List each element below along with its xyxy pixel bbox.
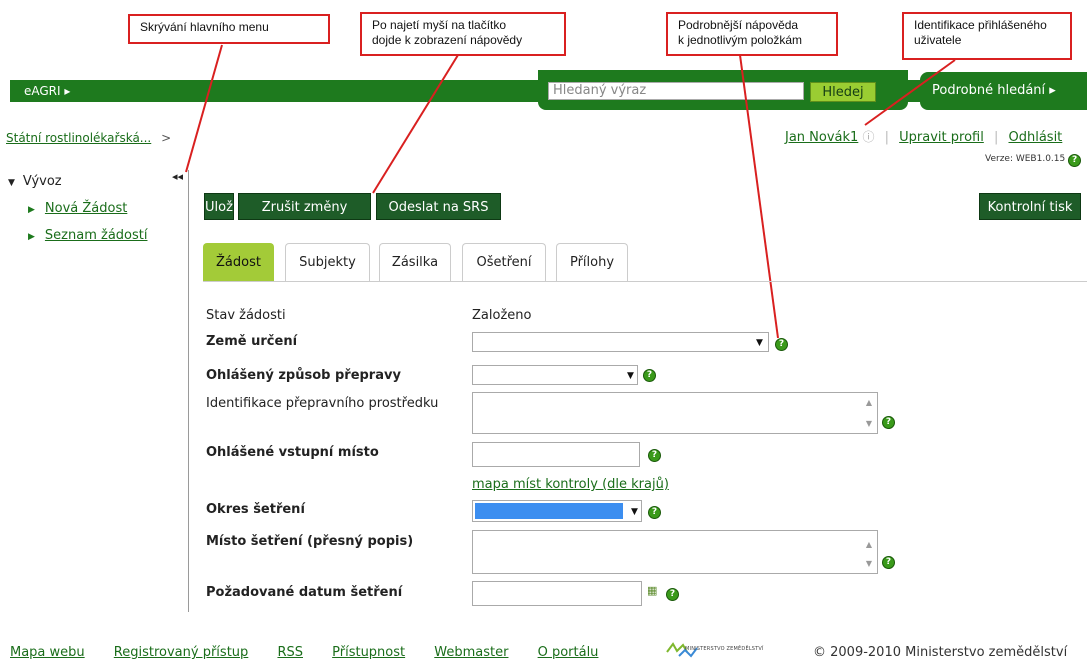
vehicle-label: Identifikace přepravního prostředku (206, 396, 439, 411)
sidebar-item-request-list[interactable]: ▶ Seznam žádostí (28, 228, 147, 243)
footer-links: Mapa webu Registrovaný přístup RSS Příst… (10, 645, 623, 660)
version-label: Verze: WEB1.0.15 ? (985, 153, 1082, 167)
callout-help: Po najetí myší na tlačítko dojde k zobraz… (360, 12, 566, 56)
calendar-icon[interactable]: ▦ (647, 584, 657, 597)
send-to-srs-button[interactable]: Odeslat na SRS (376, 193, 501, 220)
footer-link-registered-access[interactable]: Registrovaný přístup (114, 645, 249, 660)
sidebar-divider (188, 170, 189, 612)
footer-link-about[interactable]: O portálu (538, 645, 599, 660)
scroll-up-icon[interactable]: ▲ (862, 398, 876, 408)
arrow-detail (739, 54, 779, 339)
date-input[interactable] (472, 581, 642, 606)
footer-link-sitemap[interactable]: Mapa webu (10, 645, 85, 660)
footer-link-accessibility[interactable]: Přístupnost (332, 645, 405, 660)
help-icon[interactable]: ? (648, 449, 661, 462)
chevron-down-icon: ▼ (631, 507, 638, 517)
copyright-text: © 2009-2010 Ministerstvo zemědělství (813, 645, 1068, 660)
entry-point-label: Ohlášené vstupní místo (206, 445, 379, 460)
scroll-up-icon[interactable]: ▲ (862, 540, 876, 550)
user-row: Jan Novák1 ⓘ | Upravit profil | Odhlásit (785, 130, 1063, 145)
info-icon[interactable]: ⓘ (862, 130, 874, 144)
date-label: Požadované datum šetření (206, 585, 403, 600)
cancel-changes-button[interactable]: Zrušit změny (238, 193, 371, 220)
arrow-help (372, 54, 459, 194)
map-link[interactable]: mapa míst kontroly (dle krajů) (472, 477, 669, 492)
place-textarea[interactable] (472, 530, 878, 574)
edit-profile-link[interactable]: Upravit profil (899, 130, 984, 145)
status-label: Stav žádosti (206, 308, 286, 323)
footer-link-webmaster[interactable]: Webmaster (434, 645, 508, 660)
arrow-user (864, 59, 956, 126)
tab-prilohy[interactable]: Přílohy (556, 243, 628, 281)
district-select[interactable] (472, 500, 642, 522)
callout-menu: Skrývání hlavního menu (128, 14, 330, 44)
help-icon[interactable]: ? (1068, 154, 1082, 167)
help-icon[interactable]: ? (775, 338, 788, 351)
tab-subjekty[interactable]: Subjekty (285, 243, 370, 281)
arrow-right-icon: ▶ (28, 205, 35, 215)
scroll-down-icon[interactable]: ▼ (862, 419, 876, 429)
arrow-menu (185, 44, 223, 173)
status-value: Založeno (472, 308, 532, 323)
tab-osetreni[interactable]: Ošetření (462, 243, 546, 281)
footer-link-rss[interactable]: RSS (277, 645, 303, 660)
chevron-down-icon: ▼ (8, 178, 15, 188)
transport-label: Ohlášený způsob přepravy (206, 368, 401, 383)
callout-user: Identifikace přihlášeného uživatele (902, 12, 1072, 60)
tab-zasilka[interactable]: Zásilka (379, 243, 451, 281)
control-print-button[interactable]: Kontrolní tisk (979, 193, 1081, 220)
breadcrumb: Státní rostlinolékařská... > (6, 131, 171, 145)
tab-underline (203, 281, 1087, 282)
district-selected-value (475, 503, 623, 519)
tab-zadost[interactable]: Žádost (203, 243, 274, 281)
logout-link[interactable]: Odhlásit (1009, 130, 1063, 145)
breadcrumb-item[interactable]: Státní rostlinolékařská... (6, 131, 151, 145)
arrow-right-icon: ▶ (28, 232, 35, 242)
help-icon[interactable]: ? (648, 506, 661, 519)
user-name-link[interactable]: Jan Novák1 (785, 130, 858, 145)
scroll-down-icon[interactable]: ▼ (862, 559, 876, 569)
help-icon[interactable]: ? (882, 416, 895, 429)
chevron-down-icon: ▼ (627, 371, 634, 381)
help-icon[interactable]: ? (666, 588, 679, 601)
sidebar-title[interactable]: ▼ Vývoz (8, 174, 62, 189)
district-label: Okres šetření (206, 502, 305, 517)
callout-detail: Podrobnější nápověda k jednotlivým položk… (666, 12, 838, 56)
country-label: Země určení (206, 334, 298, 349)
vehicle-textarea[interactable] (472, 392, 878, 434)
save-button[interactable]: Uložit (204, 193, 242, 220)
ministry-logo[interactable]: MINISTERSTVO ZEMĚDĚLSTVÍ (665, 642, 795, 660)
place-label: Místo šetření (přesný popis) (206, 534, 414, 549)
sidebar-item-new-request[interactable]: ▶ Nová Žádost (28, 201, 127, 216)
country-select[interactable] (472, 332, 769, 352)
chevron-down-icon: ▼ (756, 338, 763, 348)
help-icon[interactable]: ? (643, 369, 656, 382)
transport-select[interactable] (472, 365, 638, 385)
breadcrumb-separator: > (161, 131, 172, 145)
entry-point-input[interactable] (472, 442, 640, 467)
collapse-menu-icon[interactable]: ◂◂ (172, 170, 183, 183)
help-icon[interactable]: ? (882, 556, 895, 569)
